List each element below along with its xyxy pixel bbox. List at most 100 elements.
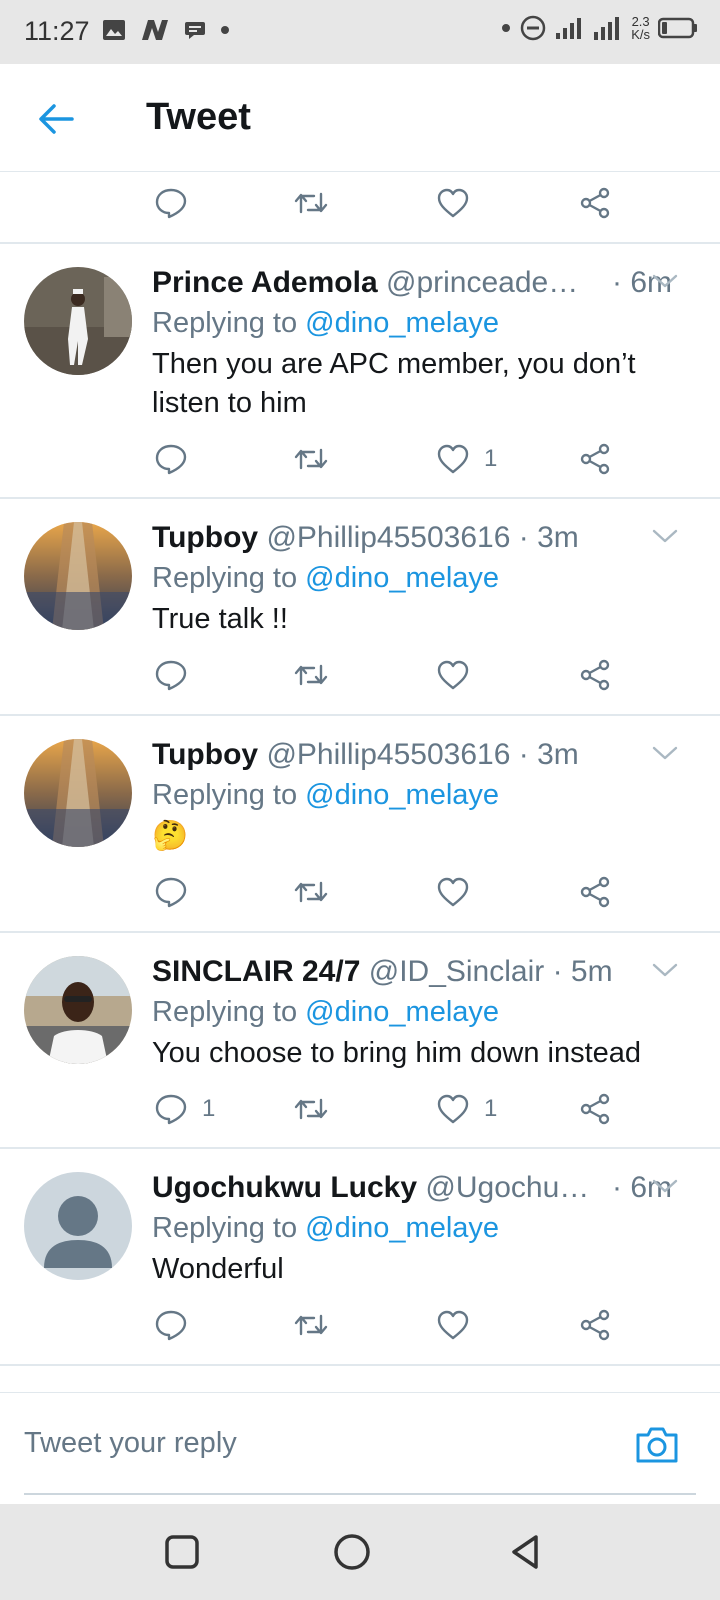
retweet-button[interactable] bbox=[294, 1089, 328, 1129]
signal-4g-icon bbox=[594, 17, 620, 40]
avatar[interactable] bbox=[24, 739, 132, 847]
share-button[interactable] bbox=[578, 183, 612, 223]
avatar[interactable] bbox=[24, 1172, 132, 1280]
user-handle[interactable]: @Phillip45503616 bbox=[266, 521, 510, 554]
share-button[interactable] bbox=[578, 872, 612, 912]
reply-button[interactable] bbox=[154, 1305, 202, 1345]
retweet-icon bbox=[294, 1314, 328, 1336]
status-bar: 11:27 2.3 K/s bbox=[0, 0, 720, 64]
reply-icon bbox=[155, 1310, 187, 1341]
tweet-item[interactable]: Ugochukwu Lucky @Ugochuk… · 6m Replying … bbox=[0, 1148, 720, 1364]
tweet-header: Prince Ademola @princeade1… · 6m bbox=[152, 263, 672, 303]
tweet-text: 🤔 bbox=[152, 820, 189, 852]
reply-button[interactable] bbox=[154, 655, 202, 695]
retweet-button[interactable] bbox=[294, 872, 328, 912]
tweet-item[interactable]: Prince Ademola @princeade1… · 6m Replyin… bbox=[0, 243, 720, 497]
heart-icon bbox=[437, 877, 469, 907]
user-name[interactable]: Prince Ademola bbox=[152, 266, 378, 299]
page-title: Tweet bbox=[146, 96, 251, 138]
tweet-item[interactable]: Tupboy @Phillip45503616 · 3m Replying to… bbox=[0, 715, 720, 931]
chevron-down-icon[interactable] bbox=[650, 743, 680, 763]
reply-icon bbox=[155, 188, 187, 219]
like-button[interactable] bbox=[436, 872, 484, 912]
tweet-actions bbox=[0, 655, 720, 695]
chevron-down-icon[interactable] bbox=[650, 526, 680, 546]
like-button[interactable] bbox=[436, 183, 470, 223]
tweet-item[interactable]: SINCLAIR 24/7 @ID_Sinclair · 5m Replying… bbox=[0, 932, 720, 1148]
user-handle[interactable]: @Ugochuk… bbox=[425, 1168, 595, 1208]
share-icon bbox=[580, 876, 610, 908]
reply-icon bbox=[155, 1094, 187, 1125]
user-handle[interactable]: @princeade1… bbox=[386, 263, 586, 303]
user-handle[interactable]: @ID_Sinclair bbox=[369, 955, 545, 988]
retweet-icon bbox=[294, 1098, 328, 1120]
mention-link[interactable]: @dino_melaye bbox=[305, 779, 499, 811]
chevron-down-icon[interactable] bbox=[650, 960, 680, 980]
reply-count: 1 bbox=[202, 1095, 216, 1122]
replying-prefix: Replying to bbox=[152, 996, 298, 1028]
tweet-actions: 1 1 bbox=[0, 1089, 720, 1129]
share-button[interactable] bbox=[578, 439, 612, 479]
chevron-down-icon[interactable] bbox=[650, 1176, 680, 1196]
tweet-header: Tupboy @Phillip45503616 · 3m bbox=[152, 735, 672, 775]
dot-icon bbox=[502, 24, 511, 32]
status-time: 11:27 bbox=[24, 16, 90, 46]
retweet-button[interactable] bbox=[294, 439, 328, 479]
replying-to: Replying to @dino_melaye bbox=[152, 558, 499, 598]
retweet-button[interactable] bbox=[294, 655, 328, 695]
retweet-button[interactable] bbox=[294, 1305, 328, 1345]
like-button[interactable] bbox=[436, 1305, 484, 1345]
share-icon bbox=[580, 659, 610, 691]
share-button[interactable] bbox=[578, 1089, 612, 1129]
reply-button[interactable] bbox=[154, 872, 202, 912]
user-handle[interactable]: @Phillip45503616 bbox=[266, 738, 510, 771]
tweet-header: Ugochukwu Lucky @Ugochuk… · 6m bbox=[152, 1168, 672, 1208]
back-arrow-icon[interactable] bbox=[34, 98, 76, 140]
reply-button[interactable] bbox=[154, 439, 202, 479]
divider bbox=[0, 1364, 720, 1366]
battery-icon bbox=[658, 17, 697, 39]
retweet-icon bbox=[294, 881, 328, 903]
home-circle-icon[interactable] bbox=[332, 1532, 372, 1572]
heart-icon bbox=[437, 1094, 469, 1124]
avatar[interactable] bbox=[24, 522, 132, 630]
mention-link[interactable]: @dino_melaye bbox=[305, 562, 499, 594]
user-name[interactable]: Ugochukwu Lucky bbox=[152, 1171, 417, 1204]
reply-button[interactable]: 1 bbox=[154, 1089, 215, 1129]
replying-to: Replying to @dino_melaye bbox=[152, 303, 499, 343]
avatar[interactable] bbox=[24, 267, 132, 375]
like-count: 1 bbox=[484, 445, 498, 472]
like-button[interactable] bbox=[436, 655, 484, 695]
reply-button[interactable] bbox=[154, 183, 188, 223]
share-button[interactable] bbox=[578, 1305, 612, 1345]
image-icon bbox=[103, 20, 125, 40]
share-button[interactable] bbox=[578, 655, 612, 695]
replying-to: Replying to @dino_melaye bbox=[152, 1208, 499, 1248]
reply-input[interactable] bbox=[24, 1421, 624, 1465]
tweet-time: · 3m bbox=[518, 738, 579, 771]
mention-link[interactable]: @dino_melaye bbox=[305, 307, 499, 339]
tweet-time: · 3m bbox=[518, 521, 579, 554]
tweet-actions-previous bbox=[0, 183, 720, 223]
user-name[interactable]: Tupboy bbox=[152, 738, 258, 771]
reply-icon bbox=[155, 660, 187, 691]
recents-square-icon[interactable] bbox=[162, 1532, 202, 1572]
tweet-item[interactable]: Tupboy @Phillip45503616 · 3m Replying to… bbox=[0, 498, 720, 714]
mention-link[interactable]: @dino_melaye bbox=[305, 996, 499, 1028]
mention-link[interactable]: @dino_melaye bbox=[305, 1212, 499, 1244]
tweet-text: Wonderful bbox=[152, 1253, 284, 1285]
share-icon bbox=[580, 187, 610, 219]
like-button[interactable]: 1 bbox=[436, 1089, 497, 1129]
system-nav-bar bbox=[0, 1504, 720, 1600]
user-name[interactable]: Tupboy bbox=[152, 521, 258, 554]
heart-icon bbox=[437, 660, 469, 690]
network-speed-unit: K/s bbox=[631, 27, 650, 42]
back-triangle-icon[interactable] bbox=[506, 1532, 546, 1572]
retweet-button[interactable] bbox=[294, 183, 328, 223]
like-button[interactable]: 1 bbox=[436, 439, 497, 479]
chevron-down-icon[interactable] bbox=[650, 271, 680, 291]
avatar[interactable] bbox=[24, 956, 132, 1064]
camera-icon[interactable] bbox=[634, 1421, 680, 1467]
user-name[interactable]: SINCLAIR 24/7 bbox=[152, 955, 360, 988]
share-icon bbox=[580, 1093, 610, 1125]
